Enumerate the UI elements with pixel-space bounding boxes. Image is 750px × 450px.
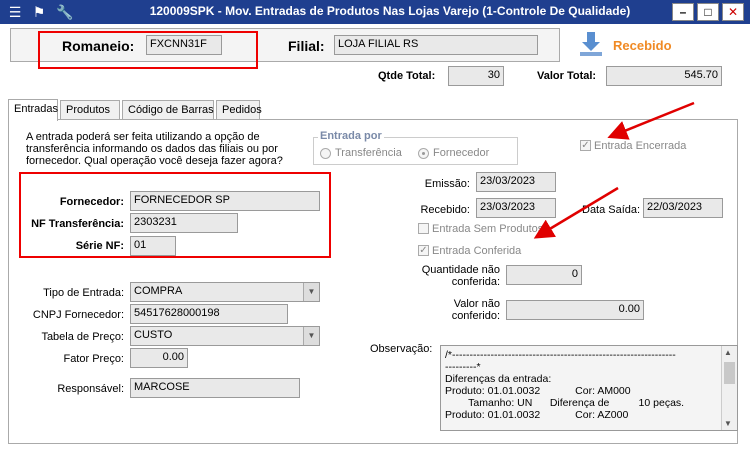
cnpj-field[interactable]: 54517628000198 [130, 304, 288, 324]
fornecedor-field[interactable]: FORNECEDOR SP [130, 191, 320, 211]
entrada-sem-produtos-checkbox[interactable] [418, 223, 429, 234]
chevron-down-icon[interactable]: ▼ [303, 283, 319, 301]
nf-transferencia-label: NF Transferência: [31, 218, 124, 230]
fator-preco-label: Fator Preço: [63, 353, 124, 365]
entrada-por-title: Entrada por [318, 130, 384, 142]
info-text-line-1: A entrada poderá ser feita utilizando a … [26, 131, 260, 143]
observacao-label: Observação: [370, 343, 433, 355]
nf-transferencia-field[interactable]: 2303231 [130, 213, 238, 233]
recebido-label: Recebido: [420, 204, 470, 216]
tipo-entrada-value: COMPRA [134, 285, 183, 297]
qtd-nao-conferida-label-1: Quantidade não [421, 264, 500, 276]
tipo-entrada-select[interactable]: COMPRA ▼ [130, 282, 320, 302]
qtde-total-field[interactable]: 30 [448, 66, 504, 86]
responsavel-label: Responsável: [57, 383, 124, 395]
info-text-line-2: transferência informando os dados das fi… [26, 143, 278, 155]
responsavel-field[interactable]: MARCOSE [130, 378, 300, 398]
observacao-line: ---------* [445, 361, 481, 373]
fornecedor-label: Fornecedor: [59, 196, 124, 208]
radio-transferencia-label: Transferência [335, 147, 402, 159]
entrada-encerrada-label: Entrada Encerrada [594, 140, 687, 152]
observacao-line: Diferenças da entrada: [445, 373, 552, 385]
tabela-preco-value: CUSTO [134, 329, 173, 341]
romaneio-label: Romaneio: [62, 38, 135, 54]
observacao-line: Tamanho: UN Diferença de 10 peças. [445, 397, 685, 409]
tab-produtos[interactable]: Produtos [60, 100, 120, 120]
recebido-field[interactable]: 23/03/2023 [476, 198, 556, 218]
serie-nf-label: Série NF: [75, 240, 124, 252]
valor-nao-conferido-field[interactable]: 0.00 [506, 300, 644, 320]
radio-transferencia[interactable] [320, 148, 331, 159]
entrada-encerrada-checkbox[interactable]: ✓ [580, 140, 591, 151]
window-title: 120009SPK - Mov. Entradas de Produtos Na… [149, 4, 631, 18]
observacao-line: /*--------------------------------------… [445, 349, 676, 361]
entrada-conferida-label: Entrada Conferida [432, 245, 522, 257]
emissao-field[interactable]: 23/03/2023 [476, 172, 556, 192]
tabela-preco-select[interactable]: CUSTO ▼ [130, 326, 320, 346]
valor-nao-conferido-label-2: conferido: [451, 310, 500, 322]
chevron-down-icon[interactable]: ▼ [303, 327, 319, 345]
serie-nf-field[interactable]: 01 [130, 236, 176, 256]
tab-pedidos[interactable]: Pedidos [216, 100, 262, 120]
observacao-line: Produto: 01.01.0032 Cor: AZ000 [445, 409, 629, 421]
filial-label: Filial: [288, 38, 325, 54]
wrench-icon[interactable]: 🔧 [56, 3, 74, 21]
tab-entradas[interactable]: Entradas [8, 99, 58, 121]
cnpj-label: CNPJ Fornecedor: [32, 309, 124, 321]
menu-icon[interactable]: ☰ [6, 3, 24, 21]
maximize-button[interactable]: □ [697, 3, 719, 21]
scroll-down-icon[interactable]: ▼ [724, 419, 732, 428]
radio-fornecedor-label: Fornecedor [433, 147, 490, 159]
title-bar: ☰ ⚑ 🔧 120009SPK - Mov. Entradas de Produ… [0, 0, 750, 24]
traffic-light-icon[interactable]: ⚑ [30, 3, 48, 21]
observacao-line: Produto: 01.01.0032 Cor: AM000 [445, 385, 631, 397]
fator-preco-field[interactable]: 0.00 [130, 348, 188, 368]
valor-nao-conferido-label-1: Valor não [453, 298, 500, 310]
close-button[interactable]: ✕ [722, 3, 744, 21]
radio-fornecedor[interactable] [418, 148, 429, 159]
status-label: Recebido [613, 38, 672, 53]
entrada-sem-produtos-label: Entrada Sem Produtos [432, 223, 544, 235]
data-saida-field[interactable]: 22/03/2023 [643, 198, 723, 218]
info-text-line-3: fornecedor. Qual operação você deseja fa… [26, 155, 283, 167]
observacao-scrollbar[interactable]: ▲ ▼ [721, 346, 737, 430]
qtd-nao-conferida-label-2: conferida: [451, 276, 500, 288]
romaneio-field[interactable]: FXCNN31F [146, 35, 222, 55]
tabela-preco-label: Tabela de Preço: [41, 331, 124, 343]
qtde-total-label: Qtde Total: [378, 70, 436, 82]
tipo-entrada-label: Tipo de Entrada: [43, 287, 124, 299]
scroll-up-icon[interactable]: ▲ [724, 348, 732, 357]
entrada-conferida-checkbox[interactable]: ✓ [418, 245, 429, 256]
scroll-thumb[interactable] [724, 362, 735, 384]
data-saida-label: Data Saída: [582, 204, 641, 216]
filial-field[interactable]: LOJA FILIAL RS [334, 35, 538, 55]
qtd-nao-conferida-field[interactable]: 0 [506, 265, 582, 285]
valor-total-field[interactable]: 545.70 [606, 66, 722, 86]
minimize-button[interactable]: – [672, 3, 694, 21]
observacao-textarea[interactable]: /*--------------------------------------… [440, 345, 738, 431]
valor-total-label: Valor Total: [537, 70, 597, 82]
emissao-label: Emissão: [424, 178, 470, 190]
tab-codigo-de-barras[interactable]: Código de Barras [122, 100, 214, 120]
download-tray-icon [580, 32, 602, 56]
